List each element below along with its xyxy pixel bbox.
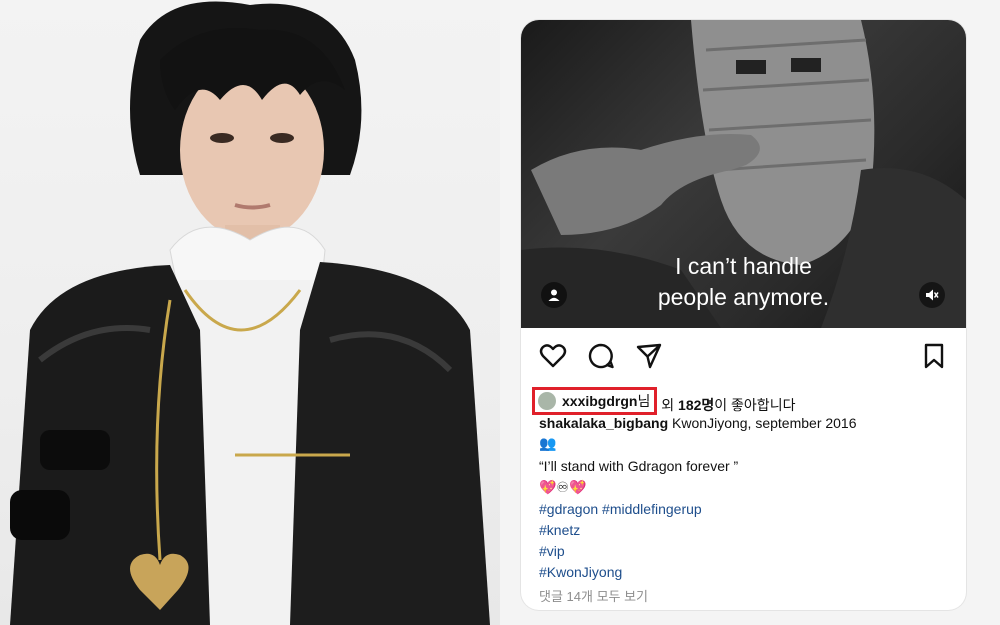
avatar[interactable] [538, 392, 556, 410]
celebrity-photo [0, 0, 500, 625]
caption-text: KwonJiyong, september 2016 [668, 415, 857, 431]
highlighted-liker: xxxibgdrgn 님 [532, 387, 658, 415]
hashtag-line-1[interactable]: #gdragon #middlefingerup [539, 499, 952, 519]
instagram-post-card: I can’t handle people anymore. xxxibgdrg… [521, 20, 966, 610]
post-actions-bar [539, 342, 948, 370]
video-subtitle-line-2: people anymore. [657, 284, 830, 310]
hashtag-line-4[interactable]: #KwonJiyong [539, 562, 952, 582]
share-icon[interactable] [635, 342, 663, 370]
liker-suffix: 님 [637, 393, 651, 409]
bookmark-icon[interactable] [920, 342, 948, 370]
likes-middle: 외 [657, 397, 679, 413]
mute-icon [926, 289, 939, 301]
caption-emoji-2: 💖♾💖 [539, 479, 587, 495]
caption-quote: “I’ll stand with Gdragon forever ” [539, 458, 739, 474]
post-author[interactable]: shakalaka_bigbang [539, 415, 668, 431]
tagged-user-icon[interactable] [541, 282, 567, 308]
user-icon [548, 289, 560, 301]
likes-summary[interactable]: xxxibgdrgn 님 외 182명이 좋아합니다 [532, 387, 796, 415]
liker-username[interactable]: xxxibgdrgn [562, 393, 637, 409]
caption-author-line: shakalaka_bigbang KwonJiyong, september … [539, 413, 952, 433]
video-frame-illustration [521, 20, 966, 328]
hashtag-line-3[interactable]: #vip [539, 541, 952, 561]
likes-count[interactable]: 182명 [678, 397, 714, 413]
heart-icon[interactable] [539, 342, 567, 370]
caption-emoji-1: 👥 [539, 435, 557, 451]
mute-button[interactable] [919, 282, 945, 308]
post-video[interactable]: I can’t handle people anymore. [521, 20, 966, 328]
likes-end: 이 좋아합니다 [714, 397, 796, 413]
view-all-comments-link[interactable]: 댓글 14개 모두 보기 [539, 586, 648, 605]
celebrity-photo-illustration [10, 1, 490, 625]
comment-icon[interactable] [587, 342, 615, 370]
video-subtitle-line-1: I can’t handle [675, 253, 812, 279]
hashtag-line-2[interactable]: #knetz [539, 520, 952, 540]
instagram-post-panel: I can’t handle people anymore. xxxibgdrg… [500, 0, 1000, 625]
